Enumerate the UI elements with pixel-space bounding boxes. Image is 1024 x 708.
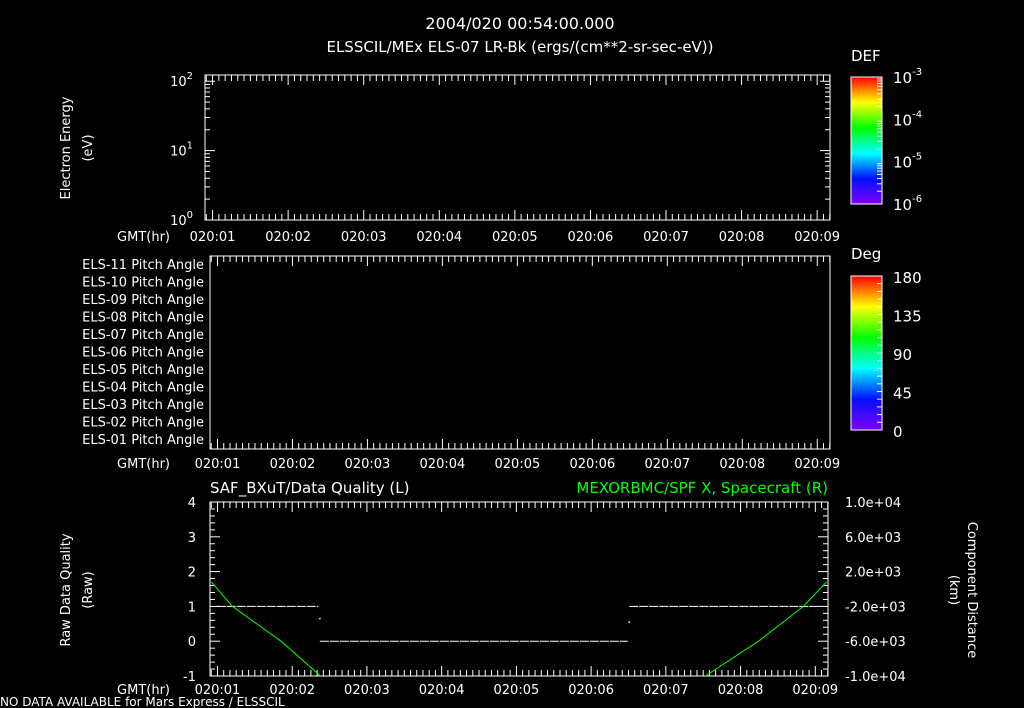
panel-frame [204, 74, 831, 221]
x-tick-label: 020:08 [719, 457, 765, 472]
left-y-tick-label: 1 [188, 600, 196, 615]
left-y-tick-label: -1 [183, 670, 196, 685]
pitch-angle-row-label: ELS-04 Pitch Angle [82, 381, 204, 396]
x-tick-label: 020:06 [569, 457, 615, 472]
right-y-tick-label: -1.0e+04 [845, 670, 906, 685]
quality-title: SAF_BXuT/Data Quality (L) [210, 479, 410, 498]
x-tick-label: 020:05 [495, 457, 541, 472]
x-tick-label: 020:01 [190, 230, 236, 245]
colorbar-tick-label: 10-4 [893, 109, 922, 129]
x-tick-label: 020:02 [265, 230, 311, 245]
x-tick-label: 020:09 [794, 230, 840, 245]
x-tick-label: 020:04 [420, 457, 466, 472]
right-y-tick-label: -2.0e+03 [845, 600, 906, 615]
x-tick-label: 020:05 [492, 230, 538, 245]
y-tick-label: 100 [170, 210, 193, 229]
pitch-angle-row-label: ELS-11 Pitch Angle [82, 258, 204, 273]
pitch-angle-panel: 020:01 020:02 020:03 020:04 020:05 020:06 020:… [117, 255, 840, 472]
left-y-tick-label: 3 [188, 531, 196, 546]
colorbar-tick-label: 135 [893, 308, 922, 326]
right-y-tick-label: 6.0e+03 [845, 531, 901, 546]
right-y-tick-label: -6.0e+03 [845, 635, 906, 650]
quality-panel: 020:01 020:02 020:03 020:04 020:05 020:06 020:… [117, 496, 906, 698]
pitch-angle-row-label: ELS-10 Pitch Angle [82, 276, 204, 291]
x-tick-label: 020:06 [568, 230, 614, 245]
x-tick-label: 020:08 [719, 230, 765, 245]
footer-note: NO DATA AVAILABLE for Mars Express / ELS… [0, 695, 285, 708]
distance-ylabel-unit: (km) [946, 575, 961, 605]
pitch-angle-row-labels: ELS-11 Pitch Angle ELS-10 Pitch Angle ELS-… [82, 258, 204, 448]
x-tick-label: 020:03 [344, 683, 390, 698]
x-tick-label: 020:02 [270, 457, 316, 472]
x-tick-label: 020:04 [419, 683, 465, 698]
deg-colorbar-ticks: 180 135 90 45 0 [877, 269, 922, 441]
x-axis-label: GMT(hr) [117, 230, 170, 245]
def-colorbar-ticks: 10-3 10-4 10-5 10-6 [877, 67, 922, 214]
plot-canvas: 2004/020 00:54:00.000 ELSSCIL/MEx ELS-07… [0, 14, 979, 708]
plot-title: 2004/020 00:54:00.000 [425, 14, 614, 33]
colorbar-tick-label: 180 [893, 269, 922, 287]
energy-ylabel-unit: (eV) [81, 134, 96, 161]
x-tick-label: 020:07 [643, 230, 689, 245]
def-colorbar-title: DEF [851, 47, 881, 65]
pitch-angle-row-label: ELS-06 Pitch Angle [82, 346, 204, 361]
pitch-angle-row-label: ELS-08 Pitch Angle [82, 311, 204, 326]
y-tick-label: 102 [170, 71, 193, 90]
pitch-angle-row-label: ELS-07 Pitch Angle [82, 328, 204, 343]
colorbar-tick-label: 10-3 [893, 67, 922, 87]
energy-ylabel: Electron Energy [59, 96, 74, 199]
colorbar-tick-label: 10-5 [893, 152, 922, 172]
x-tick-label: 020:09 [794, 457, 840, 472]
spacecraft-x-line [705, 581, 827, 677]
colorbar-tick-label: 45 [893, 385, 912, 403]
quality-ylabel: Raw Data Quality [59, 533, 74, 646]
x-tick-label: 020:03 [341, 230, 387, 245]
colorbar-tick-label: 0 [893, 423, 903, 441]
panel-frame [209, 501, 829, 677]
y-tick-label: 101 [170, 141, 193, 160]
x-tick-label: 020:01 [195, 457, 241, 472]
x-tick-label: 020:09 [792, 683, 838, 698]
distance-ylabel: Component Distance [964, 522, 979, 658]
quality-point [319, 617, 321, 620]
quality-ylabel-unit: (Raw) [81, 571, 96, 609]
left-y-tick-label: 4 [188, 496, 196, 511]
def-colorbar [850, 76, 883, 205]
pitch-angle-row-label: ELS-09 Pitch Angle [82, 293, 204, 308]
colorbar-tick-label: 90 [893, 346, 912, 364]
energy-panel: 020:01 020:02 020:03 020:04 020:05 020:06 020:… [117, 71, 840, 245]
x-tick-label: 020:06 [568, 683, 614, 698]
pitch-angle-row-label: ELS-03 Pitch Angle [82, 398, 204, 413]
right-y-tick-label: 2.0e+03 [845, 566, 901, 581]
left-y-tick-label: 2 [188, 566, 196, 581]
pitch-angle-row-label: ELS-02 Pitch Angle [82, 416, 204, 431]
x-tick-label: 020:03 [345, 457, 391, 472]
right-y-tick-label: 1.0e+04 [845, 496, 901, 511]
plot-subtitle: ELSSCIL/MEx ELS-07 LR-Bk (ergs/(cm**2-sr… [326, 38, 713, 56]
pitch-angle-row-label: ELS-05 Pitch Angle [82, 363, 204, 378]
deg-colorbar-title: Deg [851, 245, 881, 263]
quality-point [628, 621, 630, 623]
panel-frame [209, 255, 831, 450]
x-tick-label: 020:07 [643, 683, 689, 698]
x-tick-label: 020:04 [416, 230, 462, 245]
spacecraft-title: MEXORBMC/SPF X, Spacecraft (R) [576, 479, 828, 497]
left-y-tick-label: 0 [188, 635, 196, 650]
x-axis-label: GMT(hr) [117, 457, 170, 472]
colorbar-tick-label: 10-6 [893, 194, 922, 214]
x-tick-label: 020:08 [718, 683, 764, 698]
x-tick-label: 020:05 [494, 683, 540, 698]
spacecraft-x-line [211, 581, 321, 677]
pitch-angle-row-label: ELS-01 Pitch Angle [82, 433, 204, 448]
x-tick-label: 020:07 [644, 457, 690, 472]
